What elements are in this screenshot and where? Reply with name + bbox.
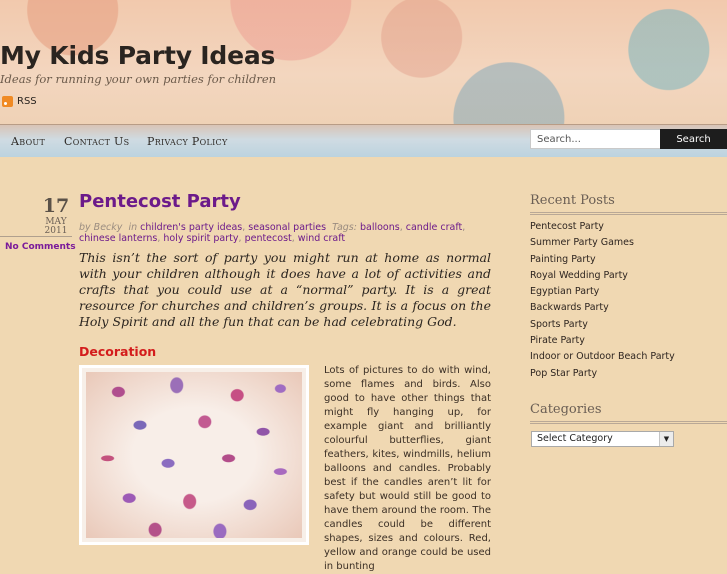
recent-post-link[interactable]: Indoor or Outdoor Beach Party [530, 350, 675, 366]
tag-link[interactable]: balloons [360, 222, 400, 233]
chevron-down-icon[interactable]: ▼ [659, 432, 673, 446]
category-link[interactable]: children's party ideas [140, 222, 242, 233]
category-select-value: Select Category [537, 433, 613, 444]
tag-link[interactable]: candle craft [406, 222, 462, 233]
recent-post-link[interactable]: Backwards Party [530, 301, 675, 317]
tags-label: Tags: [332, 222, 357, 233]
recent-post-link[interactable]: Summer Party Games [530, 236, 675, 252]
site-title[interactable]: My Kids Party Ideas [0, 41, 275, 70]
recent-post-link[interactable]: Egyptian Party [530, 285, 675, 301]
site-tagline: Ideas for running your own parties for c… [0, 72, 277, 86]
post-in-label: in [128, 222, 138, 233]
post-meta: by Becky in children's party ideas, seas… [79, 222, 466, 244]
post-intro: This isn’t the sort of party you might r… [79, 250, 491, 329]
post-title[interactable]: Pentecost Party [79, 191, 241, 212]
post-date-day: 17 [42, 195, 70, 217]
nav-item-about[interactable]: About [11, 135, 45, 148]
rss-label: RSS [17, 96, 37, 107]
post-body: Lots of pictures to do with wind, some f… [324, 365, 491, 572]
recent-post-link[interactable]: Painting Party [530, 253, 675, 269]
recent-post-link[interactable]: Sports Party [530, 318, 675, 334]
post-date: 17 MAY 2011 [40, 197, 72, 236]
rss-icon [2, 96, 13, 107]
rss-link[interactable]: RSS [2, 96, 37, 107]
butterfly-pattern [86, 372, 302, 538]
divider [530, 421, 727, 424]
search-button[interactable]: Search [660, 129, 727, 149]
recent-post-link[interactable]: Royal Wedding Party [530, 269, 675, 285]
main-nav: About Contact Us Privacy Policy Search [0, 124, 727, 157]
recent-post-link[interactable]: Pirate Party [530, 334, 675, 350]
nav-item-contact-us[interactable]: Contact Us [64, 135, 129, 148]
recent-posts-list: Pentecost Party Summer Party Games Paint… [530, 220, 675, 383]
post-date-year: 2011 [44, 226, 68, 236]
tag-link[interactable]: pentecost [245, 233, 292, 244]
comments-link[interactable]: No Comments [5, 242, 76, 252]
tag-link[interactable]: holy spirit party [163, 233, 238, 244]
divider [0, 236, 72, 237]
site-header: My Kids Party Ideas Ideas for running yo… [0, 0, 727, 124]
search-input[interactable] [530, 129, 662, 149]
butterflies-image [79, 365, 309, 545]
recent-post-link[interactable]: Pop Star Party [530, 367, 675, 383]
recent-post-link[interactable]: Pentecost Party [530, 220, 675, 236]
tag-link[interactable]: chinese lanterns [79, 233, 157, 244]
recent-posts-heading: Recent Posts [530, 193, 615, 208]
post-author: by Becky [79, 222, 123, 233]
tag-link[interactable]: wind craft [298, 233, 345, 244]
section-heading: Decoration [79, 344, 157, 359]
categories-heading: Categories [530, 402, 602, 417]
category-select[interactable]: Select Category ▼ [531, 431, 674, 447]
divider [530, 212, 727, 215]
category-link[interactable]: seasonal parties [248, 222, 326, 233]
nav-item-privacy-policy[interactable]: Privacy Policy [147, 135, 228, 148]
